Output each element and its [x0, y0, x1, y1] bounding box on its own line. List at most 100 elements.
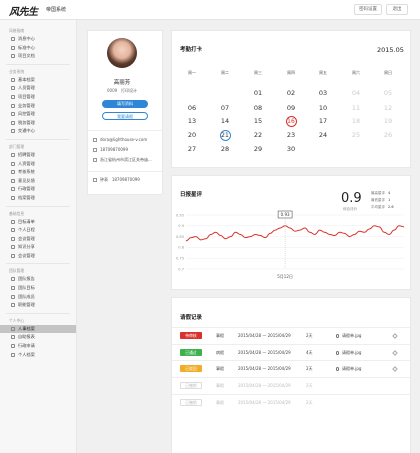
sidebar-item[interactable]: 职能管理 — [0, 301, 76, 310]
sidebar-item[interactable]: 消息中心 — [0, 35, 76, 44]
calendar-day[interactable]: 01 — [248, 88, 268, 99]
calendar-day[interactable]: 19 — [378, 116, 398, 127]
fill-info-button[interactable]: 填写资料 — [102, 100, 148, 108]
logout-button[interactable]: 退出 — [386, 4, 408, 15]
sidebar-item[interactable]: 团队成员 — [0, 293, 76, 302]
data-point — [205, 238, 207, 240]
leave-days: 2天 — [306, 333, 313, 338]
menu-icon — [11, 161, 15, 166]
calendar-day[interactable]: 09 — [281, 103, 301, 114]
calendar-day[interactable]: 24 — [313, 130, 333, 141]
calendar-day[interactable]: 06 — [182, 103, 202, 114]
calendar-day[interactable]: 15 — [248, 116, 268, 127]
data-point — [269, 233, 271, 234]
calendar-day[interactable]: 16 — [285, 116, 297, 127]
system-name: 帝国系统 — [46, 7, 67, 13]
sidebar-item[interactable]: 人事档案 — [0, 324, 76, 334]
sidebar-item[interactable]: 业务管理 — [0, 102, 76, 111]
sidebar-item[interactable]: 目标清单 — [0, 218, 76, 227]
calendar-month: 2015.05 — [377, 46, 404, 54]
weekday-label: 周六 — [352, 70, 360, 75]
sidebar-item[interactable]: 团队报告 — [0, 275, 76, 284]
sidebar-item[interactable]: 会议管理 — [0, 235, 76, 244]
menu-icon — [11, 335, 15, 340]
sidebar-item[interactable]: 行政申请 — [0, 342, 76, 351]
sidebar-item[interactable]: 档案管理 — [0, 194, 76, 203]
data-point — [388, 234, 390, 235]
rating-legend-item: 最高星评 4 — [371, 191, 391, 195]
calendar-day[interactable]: 17 — [313, 116, 333, 127]
calendar-day[interactable]: 29 — [248, 144, 268, 155]
sidebar-item[interactable]: 团队目标 — [0, 284, 76, 293]
data-point — [235, 231, 236, 233]
data-point — [220, 235, 221, 236]
menu-icon — [11, 286, 15, 291]
data-point — [304, 227, 306, 229]
sidebar-item[interactable]: 税务管理 — [0, 119, 76, 128]
calendar-day[interactable]: 04 — [346, 88, 366, 99]
calendar-day[interactable]: 23 — [281, 130, 301, 141]
leave-card — [171, 297, 411, 453]
menu-icon — [11, 303, 15, 308]
calendar-day[interactable]: 20 — [182, 130, 202, 141]
sidebar-item[interactable]: 自助报表 — [0, 333, 76, 342]
sidebar-item[interactable]: 个人日程 — [0, 226, 76, 235]
calendar-day[interactable]: 30 — [281, 144, 301, 155]
data-point — [210, 234, 212, 235]
calendar-day[interactable]: 08 — [248, 103, 268, 114]
password-settings-button[interactable]: 密码设置 — [354, 4, 382, 15]
data-point — [398, 225, 400, 227]
sidebar-item[interactable]: 项目管理 — [0, 93, 76, 102]
calendar-day[interactable]: 03 — [313, 88, 333, 99]
sidebar-item[interactable]: 风控管理 — [0, 110, 76, 119]
calendar-day[interactable]: 10 — [313, 103, 333, 114]
status-badge: 已撤销 — [180, 399, 202, 406]
calendar-day[interactable]: 14 — [215, 116, 235, 127]
sidebar-item[interactable]: 招聘管理 — [0, 151, 76, 160]
sidebar-item[interactable]: 知识分享 — [0, 243, 76, 252]
calendar-day[interactable]: 12 — [378, 103, 398, 114]
sidebar-item[interactable]: 意见反馈 — [0, 177, 76, 186]
calendar-day[interactable]: 11 — [346, 103, 366, 114]
sidebar-item[interactable]: 项目文档 — [0, 52, 76, 61]
data-point — [339, 231, 340, 233]
calendar-day[interactable]: 18 — [346, 116, 366, 127]
sidebar-item[interactable]: 人资管理 — [0, 160, 76, 169]
sidebar-item[interactable]: 标准中心 — [0, 44, 76, 53]
row-divider — [172, 344, 410, 345]
calendar-day[interactable]: 22 — [248, 130, 268, 141]
calendar-day[interactable]: 07 — [215, 103, 235, 114]
calendar-day[interactable]: 28 — [215, 144, 235, 155]
data-point — [190, 237, 192, 238]
sidebar-item[interactable]: 考核系统 — [0, 168, 76, 177]
sidebar-item[interactable]: 行政管理 — [0, 185, 76, 194]
calendar-day[interactable]: 26 — [378, 130, 398, 141]
attachment-link[interactable]: 请假单.jpg — [336, 333, 361, 339]
tooltip-value: 0.93 — [281, 212, 290, 217]
sidebar-section-title: 个人中心 — [9, 317, 25, 323]
leave-type: 事假 — [216, 383, 224, 388]
sidebar-item[interactable]: 交通中心 — [0, 127, 76, 136]
sidebar-item[interactable]: 个人档案 — [0, 351, 76, 360]
data-point — [329, 234, 330, 235]
request-leave-button[interactable]: 我要请假 — [102, 112, 148, 120]
calendar-day[interactable]: 02 — [281, 88, 301, 99]
sidebar-item[interactable]: 基本档案 — [0, 76, 76, 85]
calendar-day[interactable]: 13 — [182, 116, 202, 127]
attachment-link[interactable]: 请假单.jpg — [336, 350, 361, 356]
rating-line-chart: 0.95 0.9 0.85 0.8 0.75 0.7 0.93 5月12日 — [176, 210, 405, 279]
menu-icon — [11, 277, 15, 282]
data-point — [354, 234, 355, 235]
menu-icon — [11, 170, 15, 175]
calendar-day[interactable]: 25 — [346, 130, 366, 141]
menu-icon — [11, 195, 15, 200]
sidebar-item[interactable]: 人员管理 — [0, 84, 76, 93]
attachment-link[interactable]: 请假单.jpg — [336, 366, 361, 372]
sidebar: 风格指南 消息中心 标准中心 项目文档 业务系统 基本档案 人员管理 项目管理 业务管理 风控管理… — [0, 20, 77, 453]
calendar-day[interactable]: 27 — [182, 144, 202, 155]
data-point — [299, 229, 301, 231]
sidebar-item[interactable]: 会议管理 — [0, 252, 76, 261]
leave-type: 事假 — [216, 400, 224, 405]
calendar-day[interactable]: 05 — [378, 88, 398, 99]
calendar-day[interactable]: 21 — [219, 130, 231, 141]
